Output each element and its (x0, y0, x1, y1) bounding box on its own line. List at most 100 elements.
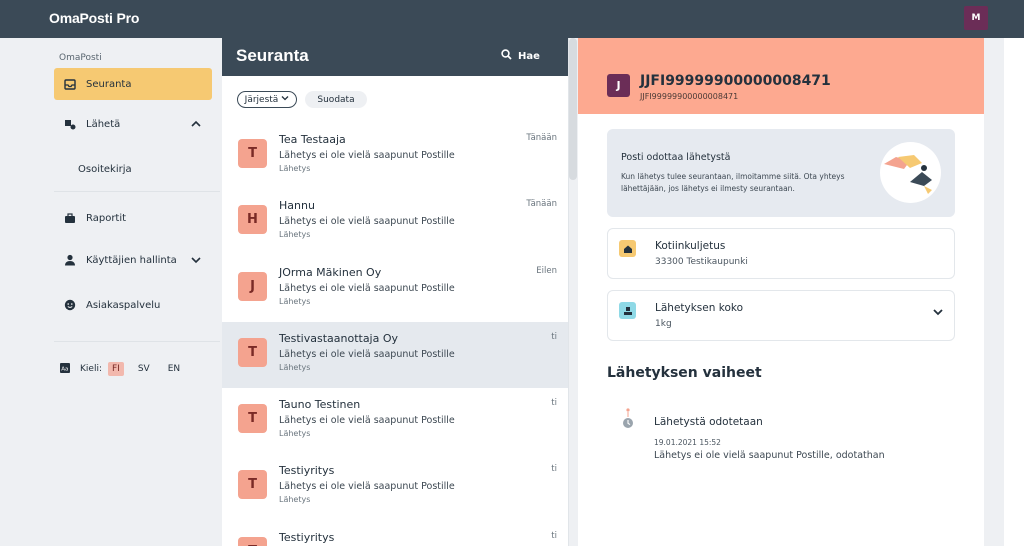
recipient-name: Hannu (279, 199, 315, 212)
clock-icon (622, 407, 634, 435)
search-label: Hae (518, 50, 540, 62)
size-value: 1kg (655, 319, 672, 329)
sidebar-item-laheta[interactable]: Lähetä (54, 108, 212, 140)
avatar: J (238, 272, 267, 301)
send-package-icon (64, 118, 76, 130)
shipment-date: ti (551, 464, 557, 474)
shipment-date: Tänään (526, 133, 557, 143)
avatar: T (238, 404, 267, 433)
shipment-date: ti (551, 531, 557, 541)
list-item[interactable]: T Testiyritys ti (222, 521, 568, 546)
shipment-date: ti (551, 332, 557, 342)
list-item-selected[interactable]: T Testivastaanottaja Oy Lähetys ei ole v… (222, 322, 568, 388)
shipment-detail-pane: J JJFI99999900000008471 JJFI999999000000… (578, 38, 984, 546)
chevron-down-icon[interactable] (190, 254, 202, 266)
app-logo[interactable]: OmaPosti Pro (49, 10, 139, 26)
shipment-type: Lähetys (279, 363, 311, 372)
shipment-status: Lähetys ei ole vielä saapunut Postille (279, 216, 455, 227)
sidebar-item-seuranta[interactable]: Seuranta (54, 68, 212, 100)
sidebar-item-asiakaspalvelu[interactable]: Asiakaspalvelu (54, 289, 212, 321)
shipment-type: Lähetys (279, 297, 311, 306)
size-card[interactable]: Lähetyksen koko 1kg (607, 290, 955, 341)
shipment-type: Lähetys (279, 495, 311, 504)
sort-dropdown[interactable]: Järjestä (237, 91, 297, 108)
sidebar-item-label: Lähetä (86, 118, 121, 130)
shipment-list-pane: Seuranta Hae Järjestä Suodata T Tea Test… (222, 38, 569, 546)
language-selector: Aa Kieli: FI SV EN (60, 362, 194, 376)
inbox-icon (64, 78, 76, 90)
recipient-name: Tea Testaaja (279, 133, 346, 146)
language-option-sv[interactable]: SV (134, 362, 154, 376)
info-text: Kun lähetys tulee seurantaan, ilmoitamme… (621, 172, 845, 193)
right-panel-edge (1004, 38, 1024, 546)
home-icon (619, 240, 636, 257)
language-icon: Aa (60, 362, 70, 376)
chevron-down-icon (281, 94, 289, 105)
filter-button[interactable]: Suodata (305, 91, 367, 108)
sidebar-item-label: Seuranta (86, 78, 132, 90)
shipment-type: Lähetys (279, 230, 311, 239)
list-item[interactable]: T Testiyritys Lähetys ei ole vielä saapu… (222, 454, 568, 520)
smiley-icon (64, 299, 76, 311)
shipment-date: Eilen (536, 266, 557, 276)
avatar: T (238, 338, 267, 367)
phases-title: Lähetyksen vaiheet (607, 365, 762, 381)
size-title: Lähetyksen koko (655, 302, 743, 314)
language-option-fi[interactable]: FI (107, 362, 124, 376)
avatar: J (607, 74, 630, 97)
delivery-title: Kotiinkuljetus (655, 240, 726, 252)
list-item[interactable]: T Tea Testaaja Lähetys ei ole vielä saap… (222, 123, 568, 189)
tracking-id-sub: JJFI99999900000008471 (640, 92, 739, 101)
avatar: T (238, 470, 267, 499)
recipient-name: Testiyritys (279, 464, 335, 477)
delivery-address: 33300 Testikaupunki (655, 257, 748, 267)
info-title: Posti odottaa lähetystä (621, 152, 731, 163)
avatar: H (238, 205, 267, 234)
avatar: T (238, 139, 267, 168)
shipment-date: Tänään (526, 199, 557, 209)
list-scrollbar[interactable] (569, 38, 577, 180)
sidebar-item-raportit[interactable]: Raportit (54, 202, 212, 234)
shipment-status: Lähetys ei ole vielä saapunut Postille (279, 481, 455, 492)
detail-header: J JJFI99999900000008471 JJFI999999000000… (578, 38, 984, 114)
language-option-en[interactable]: EN (164, 362, 184, 376)
page-title: Seuranta (236, 46, 309, 65)
sidebar-section-label: OmaPosti (59, 53, 102, 63)
recipient-name: Tauno Testinen (279, 398, 361, 411)
shipment-type: Lähetys (279, 429, 311, 438)
step-description: Lähetys ei ole vielä saapunut Postille, … (654, 450, 885, 461)
step-title: Lähetystä odotetaan (654, 416, 763, 428)
sidebar-item-label: Käyttäjien hallinta (86, 254, 177, 266)
sidebar: OmaPosti Seuranta Lähetä Osoitekirja Rap… (0, 38, 222, 546)
svg-text:Aa: Aa (61, 366, 68, 372)
sidebar-item-osoitekirja[interactable]: Osoitekirja (78, 164, 132, 175)
avatar: T (238, 537, 267, 546)
list-item[interactable]: J JOrma Mäkinen Oy Lähetys ei ole vielä … (222, 256, 568, 322)
list-item[interactable]: H Hannu Lähetys ei ole vielä saapunut Po… (222, 189, 568, 255)
shipment-type: Lähetys (279, 164, 311, 173)
search-button[interactable]: Hae (501, 49, 540, 63)
chevron-up-icon[interactable] (190, 118, 202, 130)
tracking-id: JJFI99999900000008471 (640, 73, 831, 89)
language-label: Kieli: (80, 364, 102, 374)
recipient-name: Testiyritys (279, 531, 335, 544)
shipment-status: Lähetys ei ole vielä saapunut Postille (279, 283, 455, 294)
list-header: Seuranta Hae (222, 38, 568, 76)
recipient-name: JOrma Mäkinen Oy (279, 266, 382, 279)
info-card: Posti odottaa lähetystä Kun lähetys tule… (607, 129, 955, 217)
step-date: 19.01.2021 15:52 (654, 438, 721, 447)
shipment-status: Lähetys ei ole vielä saapunut Postille (279, 150, 455, 161)
sort-label: Järjestä (244, 94, 279, 105)
delivery-card[interactable]: Kotiinkuljetus 33300 Testikaupunki (607, 228, 955, 279)
user-icon (64, 254, 76, 266)
user-avatar[interactable]: M (964, 6, 988, 30)
handover-illustration (880, 142, 941, 203)
scale-icon (619, 302, 636, 319)
shipment-status: Lähetys ei ole vielä saapunut Postille (279, 349, 455, 360)
divider (54, 341, 220, 342)
sidebar-item-label: Asiakaspalvelu (86, 299, 161, 311)
shipment-date: ti (551, 398, 557, 408)
chevron-down-icon[interactable] (932, 303, 944, 322)
sidebar-item-kayttajien-hallinta[interactable]: Käyttäjien hallinta (54, 244, 212, 276)
list-item[interactable]: T Tauno Testinen Lähetys ei ole vielä sa… (222, 388, 568, 454)
